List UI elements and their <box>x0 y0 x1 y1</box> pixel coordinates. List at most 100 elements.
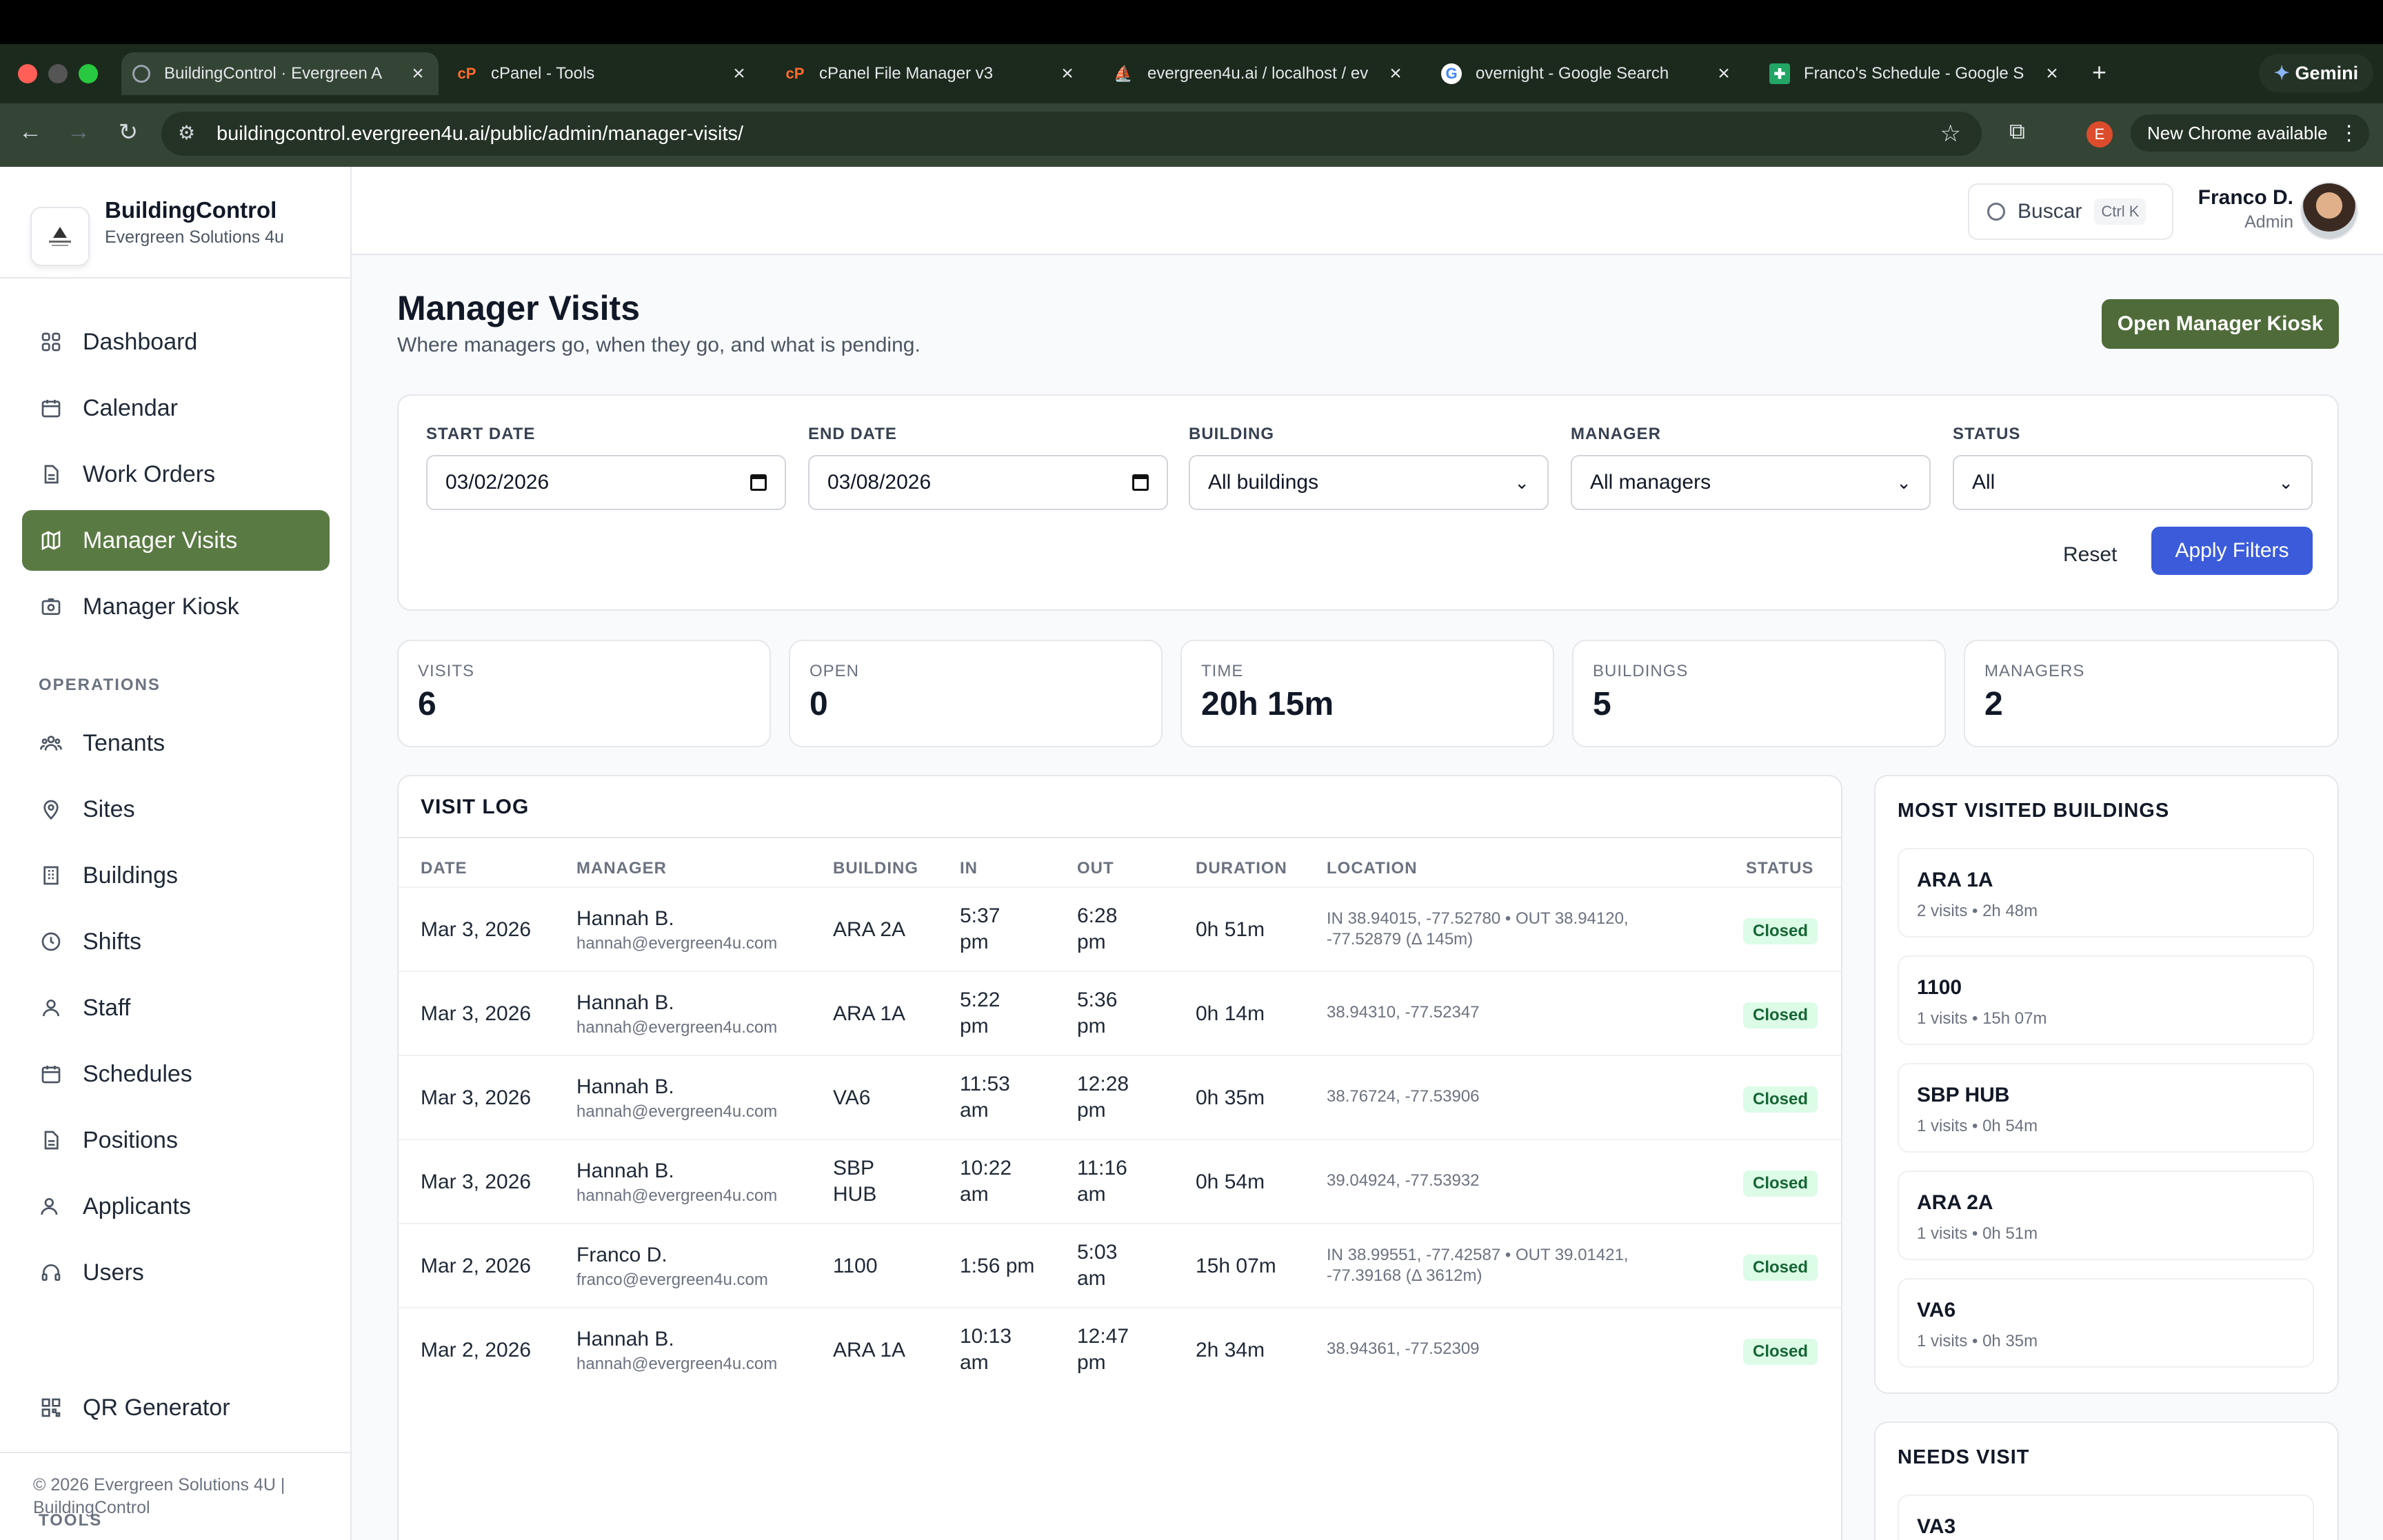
page-title: Manager Visits <box>397 289 641 327</box>
more-menu-icon[interactable]: ⋮ <box>2339 121 2360 145</box>
building-name: 1100 <box>1917 976 1962 999</box>
visit-location: IN 38.99551, -77.42587 • OUT 39.01421, -… <box>1327 1246 1629 1285</box>
open-manager-kiosk-button[interactable]: Open Manager Kiosk <box>2102 299 2339 349</box>
close-tab-icon[interactable]: × <box>405 62 430 85</box>
visit-out-time: 5:03 am <box>1077 1241 1118 1290</box>
building-card[interactable]: VA6 1 visits • 0h 35m <box>1898 1278 2314 1368</box>
lens-icon[interactable]: ⧉ <box>2009 119 2025 145</box>
visit-manager: Hannah B. <box>576 991 674 1014</box>
tab-title: overnight - Google Search <box>1476 64 1669 83</box>
browser-tab[interactable]: ⛵ evergreen4u.ai / localhost / ev × <box>1110 52 1416 95</box>
building-card[interactable]: SBP HUB 1 visits • 0h 54m <box>1898 1063 2314 1153</box>
sidebar-item-manager-kiosk[interactable]: Manager Kiosk <box>22 576 330 637</box>
close-tab-icon[interactable]: × <box>1383 62 1408 85</box>
building-card[interactable]: ARA 1A 2 visits • 2h 48m <box>1898 848 2314 938</box>
close-tab-icon[interactable]: × <box>1055 62 1080 85</box>
column-header-building: BUILDING <box>833 859 918 878</box>
sidebar-item-users[interactable]: Users <box>22 1242 330 1303</box>
building-select[interactable]: All buildings ⌄ <box>1189 455 1549 510</box>
visit-out-time: 6:28 pm <box>1077 904 1118 953</box>
visit-building: ARA 2A <box>833 918 906 941</box>
url-text: buildingcontrol.evergreen4u.ai/public/ad… <box>217 122 744 145</box>
visit-duration: 0h 54m <box>1196 1171 1265 1193</box>
browser-tab[interactable]: ✚ Franco's Schedule - Google S × <box>1767 52 2073 95</box>
building-card[interactable]: VA3 <box>1898 1495 2314 1540</box>
stat-open: OPEN 0 <box>789 640 1163 747</box>
visit-manager: Hannah B. <box>576 1075 674 1098</box>
table-row[interactable]: Mar 2, 2026 Franco D. franco@evergreen4u… <box>399 1223 1841 1307</box>
table-row[interactable]: Mar 3, 2026 Hannah B. hannah@evergreen4u… <box>399 886 1841 971</box>
table-row[interactable]: Mar 3, 2026 Hannah B. hannah@evergreen4u… <box>399 971 1841 1055</box>
building-name: VA6 <box>1917 1299 1956 1321</box>
visit-location: 38.94310, -77.52347 <box>1327 1003 1480 1022</box>
back-icon[interactable]: ← <box>15 119 46 145</box>
browser-tab[interactable]: cP cPanel File Manager v3 × <box>782 52 1088 95</box>
user-icon <box>39 995 63 1020</box>
building-card[interactable]: 1100 1 visits • 15h 07m <box>1898 955 2314 1045</box>
sidebar-item-qr-generator[interactable]: QR Generator <box>22 1377 330 1438</box>
table-row[interactable]: Mar 3, 2026 Hannah B. hannah@evergreen4u… <box>399 1055 1841 1139</box>
minimize-window-button[interactable] <box>48 64 68 83</box>
browser-tab-active[interactable]: BuildingControl · Evergreen A × <box>121 52 439 95</box>
topbar: Buscar Ctrl K Franco D. Admin <box>352 167 2383 255</box>
column-header-in: IN <box>960 859 978 878</box>
building-card[interactable]: ARA 2A 1 visits • 0h 51m <box>1898 1171 2314 1260</box>
close-tab-icon[interactable]: × <box>2040 62 2064 85</box>
visit-in-time: 10:22 am <box>960 1157 1012 1206</box>
sidebar-item-shifts[interactable]: Shifts <box>22 911 330 972</box>
start-date-input[interactable]: 03/02/2026 <box>426 455 786 510</box>
avatar[interactable] <box>2300 182 2358 240</box>
visit-location: 39.04924, -77.53932 <box>1327 1171 1480 1190</box>
status-badge: Closed <box>1743 1086 1818 1113</box>
needs-visit-panel: NEEDS VISIT VA3 <box>1874 1421 2339 1540</box>
sidebar-item-dashboard[interactable]: Dashboard <box>22 312 330 372</box>
sidebar-item-tenants[interactable]: Tenants <box>22 713 330 773</box>
site-settings-icon[interactable]: ⚙ <box>178 121 195 144</box>
browser-tab[interactable]: G overnight - Google Search × <box>1438 52 1744 95</box>
sidebar-item-positions[interactable]: Positions <box>22 1110 330 1171</box>
forward-icon[interactable]: → <box>63 119 94 145</box>
visit-log-title: VISIT LOG <box>421 796 530 818</box>
reload-icon[interactable]: ↻ <box>113 119 143 146</box>
address-bar[interactable]: ⚙ buildingcontrol.evergreen4u.ai/public/… <box>161 112 1982 156</box>
reset-button[interactable]: Reset <box>2063 543 2117 567</box>
chrome-update-button[interactable]: New Chrome available ⋮ <box>2131 114 2369 152</box>
status-badge: Closed <box>1743 918 1818 944</box>
close-tab-icon[interactable]: × <box>1711 62 1736 85</box>
sidebar-item-buildings[interactable]: Buildings <box>22 845 330 906</box>
sidebar-item-work-orders[interactable]: Work Orders <box>22 444 330 505</box>
table-row[interactable]: Mar 3, 2026 Hannah B. hannah@evergreen4u… <box>399 1139 1841 1223</box>
calendar-picker-icon[interactable] <box>750 474 767 491</box>
qr-icon <box>39 1395 63 1420</box>
sidebar-item-sites[interactable]: Sites <box>22 779 330 840</box>
gemini-button[interactable]: ✦ Gemini <box>2259 54 2373 92</box>
end-date-value: 03/08/2026 <box>827 471 932 494</box>
sidebar-item-staff[interactable]: Staff <box>22 977 330 1038</box>
status-select[interactable]: All ⌄ <box>1953 455 2313 510</box>
new-tab-icon[interactable]: + <box>2092 58 2107 87</box>
table-row[interactable]: Mar 2, 2026 Hannah B. hannah@evergreen4u… <box>399 1307 1841 1391</box>
user-role: Admin <box>2244 212 2293 232</box>
stat-value: 20h 15m <box>1201 686 1334 722</box>
close-tab-icon[interactable]: × <box>727 62 752 85</box>
apply-filters-button[interactable]: Apply Filters <box>2151 527 2313 575</box>
sidebar-item-schedules[interactable]: Schedules <box>22 1044 330 1104</box>
visit-date: Mar 2, 2026 <box>421 1339 532 1361</box>
end-date-input[interactable]: 03/08/2026 <box>808 455 1168 510</box>
building-summary: 1 visits • 0h 51m <box>1917 1224 2038 1243</box>
profile-avatar[interactable]: E <box>2087 121 2113 148</box>
column-header-out: OUT <box>1077 859 1114 878</box>
needs-visit-title: NEEDS VISIT <box>1898 1446 2030 1468</box>
sidebar-item-manager-visits[interactable]: Manager Visits <box>22 510 330 571</box>
sidebar-item-applicants[interactable]: Applicants <box>22 1176 330 1237</box>
bookmark-star-icon[interactable]: ☆ <box>1940 120 1961 148</box>
close-window-button[interactable] <box>18 64 37 83</box>
global-search[interactable]: Buscar Ctrl K <box>1968 183 2173 240</box>
calendar-picker-icon[interactable] <box>1132 474 1149 491</box>
browser-tab[interactable]: cP cPanel - Tools × <box>454 52 760 95</box>
maximize-window-button[interactable] <box>79 64 98 83</box>
sidebar-item-calendar[interactable]: Calendar <box>22 378 330 438</box>
visit-duration: 0h 35m <box>1196 1086 1265 1109</box>
manager-select[interactable]: All managers ⌄ <box>1571 455 1931 510</box>
calendar-icon <box>39 396 63 421</box>
